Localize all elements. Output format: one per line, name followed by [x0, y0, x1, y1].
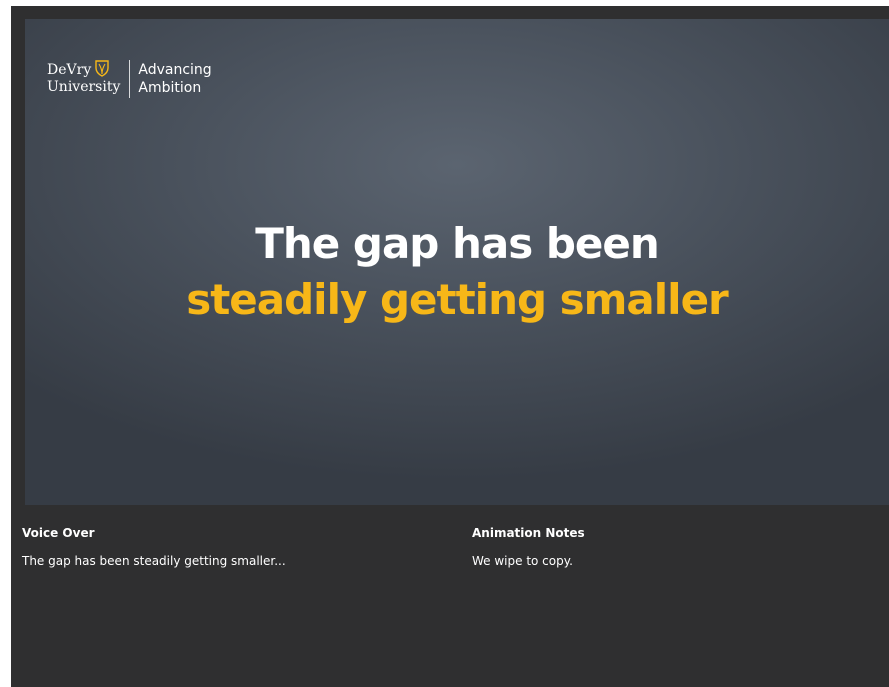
- headline-line2: steadily getting smaller: [186, 275, 729, 324]
- animation-notes-title: Animation Notes: [472, 526, 585, 540]
- logo-name-line2: University: [47, 79, 121, 95]
- logo-tagline: Advancing Ambition: [138, 61, 211, 97]
- animation-notes-section: Animation Notes We wipe to copy.: [472, 525, 585, 569]
- storyboard-frame: DeVry University Advancing Ambition The …: [11, 6, 889, 687]
- logo-name-line1: DeVry: [47, 62, 92, 78]
- voice-over-text: The gap has been steadily getting smalle…: [22, 554, 286, 568]
- headline-line1: The gap has been: [255, 219, 660, 268]
- slide-preview: DeVry University Advancing Ambition The …: [25, 19, 889, 505]
- tagline-line2: Ambition: [138, 80, 202, 96]
- slide-headline: The gap has been steadily getting smalle…: [25, 216, 889, 328]
- voice-over-section: Voice Over The gap has been steadily get…: [22, 525, 286, 569]
- devry-shield-icon: [95, 60, 109, 77]
- logo-wordmark: DeVry University: [47, 60, 129, 96]
- tagline-line1: Advancing: [138, 62, 212, 78]
- animation-notes-text: We wipe to copy.: [472, 554, 573, 568]
- devry-logo: DeVry University Advancing Ambition: [47, 60, 212, 98]
- logo-divider: [129, 60, 131, 98]
- voice-over-title: Voice Over: [22, 526, 95, 540]
